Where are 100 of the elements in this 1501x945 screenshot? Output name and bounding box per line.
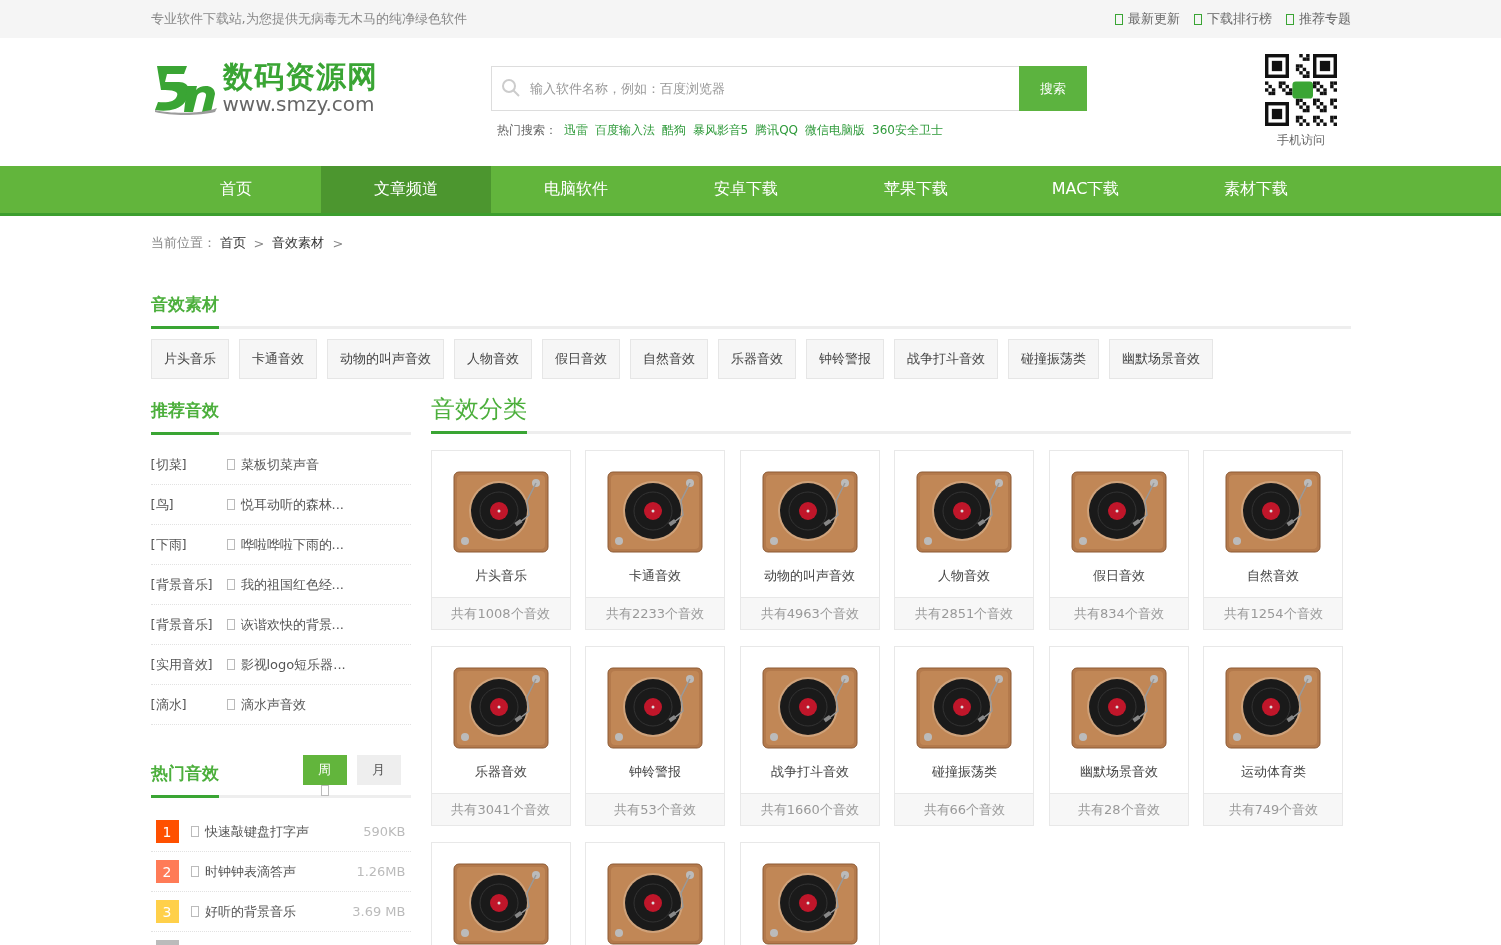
breadcrumb-separator: > xyxy=(253,235,265,251)
turntable-icon xyxy=(761,667,858,749)
sound-count: 共有2851个音效 xyxy=(915,604,1014,623)
hot-search-link[interactable]: 微信电脑版 xyxy=(805,122,866,139)
category-tag[interactable]: 钟铃警报 xyxy=(805,339,884,379)
square-icon xyxy=(226,539,235,550)
sound-count: 共有1008个音效 xyxy=(451,604,550,623)
sound-count: 共有749个音效 xyxy=(1228,800,1319,819)
turntable-icon xyxy=(1070,667,1167,749)
category-tag[interactable]: 乐器音效 xyxy=(717,339,796,379)
category-tag[interactable]: 战争打斗音效 xyxy=(893,339,998,379)
category-name: 片头音乐 xyxy=(474,567,527,585)
category-card[interactable]: 动物的叫声音效 共有4963个音效 xyxy=(739,450,880,630)
sound-count: 共有1660个音效 xyxy=(760,800,859,819)
breadcrumb-separator: > xyxy=(332,235,344,251)
category-card[interactable]: 片头音乐 共有1008个音效 xyxy=(430,450,571,630)
category-tag[interactable]: 假日音效 xyxy=(541,339,620,379)
period-tab[interactable]: 月 xyxy=(356,755,401,785)
sound-link[interactable]: 诙谐欢快的背景... xyxy=(240,615,344,634)
category-card[interactable]: 卡通音效 共有2233个音效 xyxy=(585,450,726,630)
sound-count: 共有834个音效 xyxy=(1073,604,1164,623)
category-tag[interactable]: 幽默场景音效 xyxy=(1108,339,1213,379)
category-tag[interactable]: 自然音效 xyxy=(629,339,708,379)
sound-count: 共有66个音效 xyxy=(923,800,1006,819)
hot-search-link[interactable]: 迅雷 xyxy=(563,122,588,139)
category-card[interactable]: 幽默场景音效 共有28个音效 xyxy=(1048,646,1189,826)
category-card[interactable]: 战争打斗音效 共有1660个音效 xyxy=(739,646,880,826)
sound-count: 共有2233个音效 xyxy=(606,604,705,623)
file-size: 590KB xyxy=(363,824,406,839)
sound-link[interactable]: 好听的背景音乐 xyxy=(204,902,296,921)
category-name: 卡通音效 xyxy=(629,567,682,585)
sound-link[interactable]: 哗啦哗啦下雨的... xyxy=(240,535,344,554)
category-card[interactable]: 人物音效 共有2851个音效 xyxy=(894,450,1035,630)
hot-search-link[interactable]: 360安全卫士 xyxy=(872,122,943,139)
turntable-icon xyxy=(761,863,858,945)
hot-search-link[interactable]: 百度输入法 xyxy=(594,122,655,139)
sound-count: 共有4963个音效 xyxy=(760,604,859,623)
category-tag[interactable]: 动物的叫声音效 xyxy=(326,339,444,379)
sound-count: 共有53个音效 xyxy=(614,800,696,819)
top-link[interactable]: 最新更新 xyxy=(1114,10,1180,28)
category-tag[interactable]: 卡通音效 xyxy=(238,339,317,379)
rank-badge: 3 xyxy=(155,900,179,923)
category-name: 假日音效 xyxy=(1092,567,1145,585)
turntable-icon xyxy=(607,863,704,945)
turntable-icon xyxy=(916,471,1013,553)
sound-count: 共有28个音效 xyxy=(1078,800,1160,819)
category-name: 战争打斗音效 xyxy=(770,763,849,781)
sound-link[interactable]: 我的祖国红色经... xyxy=(240,575,344,594)
sound-link[interactable]: 滴水声音效 xyxy=(240,695,306,714)
category-name: 钟铃警报 xyxy=(629,763,682,781)
category-name: 运动体育类 xyxy=(1240,763,1306,781)
category-name: 碰撞振荡类 xyxy=(931,763,997,781)
hot-search-link[interactable]: 暴风影音5 xyxy=(692,122,749,139)
turntable-icon xyxy=(761,471,858,553)
category-tag[interactable]: 碰撞振荡类 xyxy=(1007,339,1099,379)
sound-link[interactable]: 悦耳动听的森林... xyxy=(240,495,344,514)
hot-search-label: 热门搜索： xyxy=(496,122,557,139)
nav-tab[interactable]: 文章频道 xyxy=(320,166,491,213)
square-icon xyxy=(226,579,235,590)
sound-tag: [背景音乐] xyxy=(150,615,227,634)
breadcrumb-label: 当前位置： xyxy=(150,234,216,252)
category-name: 人物音效 xyxy=(938,567,991,585)
turntable-icon xyxy=(607,471,704,553)
square-icon xyxy=(226,499,235,510)
turntable-icon xyxy=(916,667,1013,749)
sound-link[interactable]: 影视logo短乐器... xyxy=(240,655,346,674)
section-title: 热门音效 xyxy=(150,762,219,798)
qr-code-icon xyxy=(1264,54,1337,126)
category-name: 乐器音效 xyxy=(474,763,527,781)
square-icon xyxy=(190,906,199,917)
search-field[interactable]: 输入软件名称，例如：百度浏览器 xyxy=(490,66,1019,111)
category-tag[interactable]: 片头音乐 xyxy=(150,339,229,379)
turntable-icon xyxy=(1225,471,1322,553)
category-name: 动物的叫声音效 xyxy=(764,567,856,585)
sound-link[interactable]: 时钟钟表滴答声 xyxy=(204,862,296,881)
top-link[interactable]: 下载排行榜 xyxy=(1193,10,1272,28)
hot-search-link[interactable]: 腾讯QQ xyxy=(755,122,799,139)
category-card[interactable]: 自然音效 共有1254个音效 xyxy=(1203,450,1344,630)
sound-count: 共有3041个音效 xyxy=(451,800,550,819)
top-link[interactable]: 推荐专题 xyxy=(1285,10,1351,28)
breadcrumb-link[interactable]: 音效素材 xyxy=(272,234,325,252)
turntable-icon xyxy=(452,471,549,553)
hot-search-link[interactable]: 酷狗 xyxy=(661,122,686,139)
section-title: 音效分类 xyxy=(430,393,527,434)
category-card[interactable]: 钟铃警报 共有53个音效 xyxy=(585,646,726,826)
category-name: 幽默场景音效 xyxy=(1079,763,1158,781)
category-tag[interactable]: 人物音效 xyxy=(453,339,532,379)
category-name: 自然音效 xyxy=(1247,567,1300,585)
turntable-icon xyxy=(1225,667,1322,749)
turntable-icon xyxy=(607,667,704,749)
category-card[interactable]: 碰撞振荡类 共有66个音效 xyxy=(894,646,1035,826)
section-title: 推荐音效 xyxy=(150,399,219,435)
breadcrumb-link[interactable]: 首页 xyxy=(219,234,246,252)
sound-link[interactable]: 菜板切菜声音 xyxy=(240,455,319,474)
category-card[interactable]: 乐器音效 共有3041个音效 xyxy=(430,646,571,826)
category-card[interactable]: 假日音效 共有834个音效 xyxy=(1048,450,1189,630)
square-icon xyxy=(226,659,235,670)
category-card[interactable]: 运动体育类 共有749个音效 xyxy=(1203,646,1344,826)
sound-tag: [下雨] xyxy=(150,535,227,554)
sound-link[interactable]: 快速敲键盘打字声 xyxy=(204,822,309,841)
